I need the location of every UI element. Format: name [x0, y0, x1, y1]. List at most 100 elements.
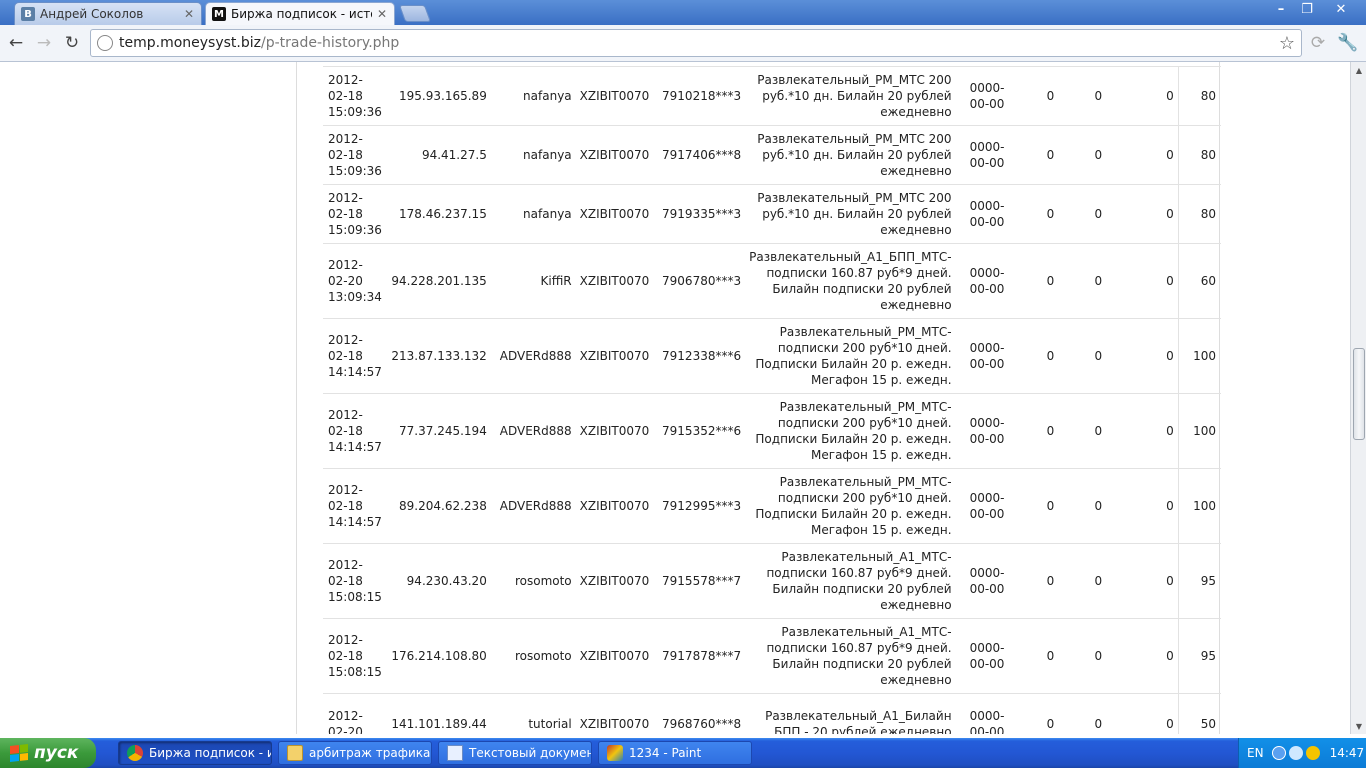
trade-date-cell: 2012-02-18 15:08:15 — [323, 543, 386, 619]
trade-phone-cell: 7912338***6 — [653, 318, 746, 394]
trade-price-cell: 95 — [1178, 618, 1221, 694]
sync-icon[interactable]: ⟳ — [1306, 31, 1330, 55]
vk-icon: В — [21, 7, 35, 21]
restore-icon[interactable]: ❐ — [1294, 0, 1320, 18]
trade-ip-cell: 178.46.237.15 — [385, 184, 491, 244]
taskbar-item-folder[interactable]: арбитраж трафика — [278, 741, 432, 765]
moneysyst-icon: M — [212, 7, 226, 21]
trade-phone-cell: 7915352***6 — [653, 393, 746, 469]
trade-user-cell: nafanya — [490, 66, 576, 126]
trade-value-cell: 0 — [1008, 618, 1059, 694]
trade-description-cell: Развлекательный_А1_МТС-подписки 160.87 р… — [745, 543, 956, 619]
taskbar-item-label: 1234 - Paint — [629, 746, 702, 760]
trade-ip-cell: 77.37.245.194 — [385, 393, 491, 469]
trade-end-date-cell: 0000-00-00 — [955, 243, 1009, 319]
trade-ip-cell: 213.87.133.132 — [385, 318, 491, 394]
trade-code-cell: XZIBIT0070 — [575, 66, 654, 126]
trade-description-cell: Развлекательный_А1_БПП_МТС-подписки 160.… — [745, 243, 956, 319]
trade-value-cell: 0 — [1008, 66, 1059, 126]
trade-value-cell: 0 — [1008, 243, 1059, 319]
taskbar-item-label: Текстовый докумен... — [469, 746, 591, 760]
trade-code-cell: XZIBIT0070 — [575, 543, 654, 619]
taskbar-item-chrome[interactable]: Биржа подписок - ис... — [118, 741, 272, 765]
trade-phone-cell: 7917878***7 — [653, 618, 746, 694]
page-content: 2012-02-18 15:09:36 195.93.165.89 nafanya X… — [296, 62, 1221, 734]
trade-price-cell: 100 — [1178, 393, 1221, 469]
table-row: 2012-02-20 13:09:34 94.228.201.135 KiffiR X… — [323, 243, 1221, 319]
trade-end-date-cell: 0000-00-00 — [955, 393, 1009, 469]
trade-description-cell: Развлекательный_А1_МТС-подписки 160.87 р… — [745, 618, 956, 694]
trade-user-cell: rosomoto — [490, 543, 576, 619]
table-row: 2012-02-18 15:08:15 176.214.108.80 rosomot… — [323, 618, 1221, 694]
tab-vk[interactable]: В Андрей Соколов ✕ — [14, 2, 202, 25]
trade-user-cell: ADVERd888 — [490, 393, 576, 469]
page-viewport: 2012-02-18 15:09:36 195.93.165.89 nafanya X… — [0, 62, 1350, 734]
trade-code-cell: XZIBIT0070 — [575, 318, 654, 394]
trade-ip-cell: 89.204.62.238 — [385, 468, 491, 544]
trade-description-cell: Развлекательный_РМ_МТС-подписки 200 руб*… — [745, 318, 956, 394]
vertical-scrollbar[interactable]: ▲ ▼ — [1350, 62, 1366, 734]
trade-ip-cell: 94.228.201.135 — [385, 243, 491, 319]
trade-value-cell: 0 — [1106, 184, 1179, 244]
close-window-icon[interactable]: ✕ — [1326, 0, 1356, 18]
bookmark-star-icon[interactable]: ☆ — [1279, 33, 1295, 54]
close-icon[interactable]: ✕ — [376, 7, 388, 21]
scroll-up-icon[interactable]: ▲ — [1351, 62, 1366, 78]
start-label: пуск — [34, 743, 79, 763]
trade-phone-cell: 7910218***3 — [653, 66, 746, 126]
trade-value-cell: 0 — [1058, 468, 1107, 544]
language-indicator[interactable]: EN — [1247, 746, 1264, 760]
tab-moneysyst[interactable]: M Биржа подписок - история сд ✕ — [205, 2, 395, 25]
tray-arrow-icon[interactable] — [1271, 746, 1286, 760]
trade-price-cell: 80 — [1178, 66, 1221, 126]
trade-ip-cell: 94.230.43.20 — [385, 543, 491, 619]
trade-ip-cell: 141.101.189.44 — [385, 693, 491, 734]
trade-ip-cell: 176.214.108.80 — [385, 618, 491, 694]
trade-phone-cell: 7917406***8 — [653, 125, 746, 185]
back-icon[interactable]: ← — [4, 31, 28, 55]
trade-code-cell: XZIBIT0070 — [575, 618, 654, 694]
trade-date-cell: 2012-02-18 14:14:57 — [323, 468, 386, 544]
trade-code-cell: XZIBIT0070 — [575, 693, 654, 734]
trade-value-cell: 0 — [1058, 318, 1107, 394]
tab-title: Биржа подписок - история сд — [231, 7, 372, 21]
trade-date-cell: 2012-02-18 15:08:15 — [323, 618, 386, 694]
trade-user-cell: nafanya — [490, 125, 576, 185]
trade-history-table: 2012-02-18 15:09:36 195.93.165.89 nafanya X… — [323, 66, 1221, 734]
clock: 14:47 — [1329, 746, 1365, 760]
trade-phone-cell: 7919335***3 — [653, 184, 746, 244]
reload-icon[interactable]: ↻ — [60, 31, 84, 55]
browser-toolbar: ← → ↻ temp.moneysyst.biz/p-trade-history… — [0, 25, 1366, 62]
close-icon[interactable]: ✕ — [183, 7, 195, 21]
info-icon[interactable] — [1305, 746, 1320, 760]
trade-value-cell: 0 — [1008, 393, 1059, 469]
trade-phone-cell: 7968760***8 — [653, 693, 746, 734]
start-button[interactable]: пуск — [0, 738, 96, 768]
trade-value-cell: 0 — [1058, 618, 1107, 694]
scroll-thumb[interactable] — [1353, 348, 1365, 440]
new-tab-button[interactable] — [398, 5, 432, 22]
address-bar[interactable]: temp.moneysyst.biz/p-trade-history.php ☆ — [90, 29, 1302, 57]
trade-user-cell: rosomoto — [490, 618, 576, 694]
trade-value-cell: 0 — [1058, 693, 1107, 734]
trade-price-cell: 80 — [1178, 184, 1221, 244]
taskbar-item-notepad[interactable]: Текстовый докумен... — [438, 741, 592, 765]
forward-icon[interactable]: → — [32, 31, 56, 55]
trade-end-date-cell: 0000-00-00 — [955, 543, 1009, 619]
system-tray: EN 14:47 — [1238, 738, 1366, 768]
trade-end-date-cell: 0000-00-00 — [955, 468, 1009, 544]
trade-phone-cell: 7912995***3 — [653, 468, 746, 544]
scroll-down-icon[interactable]: ▼ — [1351, 718, 1366, 734]
wrench-icon[interactable]: 🔧 — [1336, 31, 1360, 55]
trade-value-cell: 0 — [1008, 184, 1059, 244]
trade-value-cell: 0 — [1106, 693, 1179, 734]
trade-price-cell: 95 — [1178, 543, 1221, 619]
taskbar-item-paint[interactable]: 1234 - Paint — [598, 741, 752, 765]
trade-description-cell: Развлекательный_РМ_МТС 200 руб.*10 дн. Б… — [745, 66, 956, 126]
trade-date-cell: 2012-02-18 15:09:36 — [323, 66, 386, 126]
trade-price-cell: 100 — [1178, 318, 1221, 394]
table-row: 2012-02-18 14:14:57 89.204.62.238 ADVERd88… — [323, 468, 1221, 544]
network-icon[interactable] — [1288, 746, 1303, 760]
minimize-icon[interactable]: – — [1268, 0, 1294, 18]
trade-value-cell: 0 — [1058, 543, 1107, 619]
